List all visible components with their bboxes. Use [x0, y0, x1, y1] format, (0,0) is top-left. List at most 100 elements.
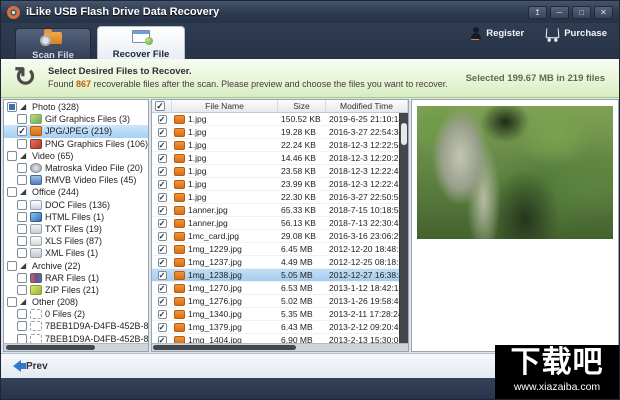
preview-image [417, 106, 613, 239]
tree-item-checkbox[interactable] [17, 285, 27, 295]
row-checkbox[interactable]: ✓ [158, 115, 167, 124]
tree-item-checkbox[interactable] [7, 102, 17, 112]
table-horizontal-scrollbar[interactable] [152, 343, 408, 351]
site-watermark: 下载吧 www.xiazaiba.com [495, 345, 619, 399]
row-checkbox[interactable]: ✓ [158, 180, 167, 189]
table-row[interactable]: ✓ 1mg_1276.jpg 5.02 MB 2013-1-26 19:58:4… [152, 295, 408, 308]
tree-item-checkbox[interactable] [17, 248, 27, 258]
tree-item[interactable]: ✓ JPG/JPEG (219) [4, 125, 148, 137]
file-modified-time: 2013-1-26 19:58:46 [326, 296, 408, 306]
tree-item[interactable]: ◢ Video (65) [4, 150, 148, 162]
tree-item-checkbox[interactable] [17, 236, 27, 246]
tab-scan-file[interactable]: Scan File [15, 28, 91, 59]
purchase-button[interactable]: Purchase [546, 28, 607, 39]
table-vertical-scrollbar[interactable] [399, 113, 408, 343]
column-file-name[interactable]: File Name [172, 100, 278, 112]
table-row[interactable]: ✓ 1mg_1237.jpg 4.49 MB 2012-12-25 08:18:… [152, 256, 408, 269]
row-checkbox[interactable]: ✓ [158, 193, 167, 202]
minimize-icon[interactable]: ─ [550, 6, 569, 19]
table-row[interactable]: ✓ 1mg_1379.jpg 6.43 MB 2013-2-12 09:20:4… [152, 321, 408, 334]
row-checkbox[interactable]: ✓ [158, 310, 167, 319]
table-row[interactable]: ✓ 1.jpg 19.28 KB 2016-3-27 22:54:34 [152, 126, 408, 139]
tree-item[interactable]: XML Files (1) [4, 247, 148, 259]
tree-item-checkbox[interactable] [7, 151, 17, 161]
tree-item[interactable]: Gif Graphics Files (3) [4, 113, 148, 125]
file-size: 22.24 KB [278, 140, 326, 150]
tree-item[interactable]: RAR Files (1) [4, 272, 148, 284]
tree-item[interactable]: XLS Files (87) [4, 235, 148, 247]
table-row[interactable]: ✓ 1.jpg 22.24 KB 2018-12-3 12:22:54 [152, 139, 408, 152]
tree-item-checkbox[interactable] [17, 175, 27, 185]
table-row[interactable]: ✓ 1mg_1229.jpg 6.45 MB 2012-12-20 18:48:… [152, 243, 408, 256]
tree-item[interactable]: DOC Files (136) [4, 199, 148, 211]
scrollbar-thumb[interactable] [6, 345, 95, 350]
tree-item-checkbox[interactable] [7, 187, 17, 197]
tree-item-checkbox[interactable] [7, 261, 17, 271]
row-checkbox[interactable]: ✓ [158, 219, 167, 228]
row-checkbox[interactable]: ✓ [158, 245, 167, 254]
row-checkbox[interactable]: ✓ [158, 128, 167, 137]
scrollbar-thumb[interactable] [401, 123, 407, 145]
table-row[interactable]: ✓ 1.jpg 23.58 KB 2018-12-3 12:22:48 [152, 165, 408, 178]
table-row[interactable]: ✓ 1.jpg 22.30 KB 2016-3-27 22:50:50 [152, 191, 408, 204]
row-checkbox[interactable]: ✓ [158, 232, 167, 241]
table-row[interactable]: ✓ 1mc_card.jpg 29.08 KB 2016-3-16 23:06:… [152, 230, 408, 243]
table-row[interactable]: ✓ 1.jpg 14.46 KB 2018-12-3 12:20:28 [152, 152, 408, 165]
column-size[interactable]: Size [278, 100, 326, 112]
tree-item-checkbox[interactable] [17, 212, 27, 222]
tree-item-checkbox[interactable] [17, 114, 27, 124]
table-row[interactable]: ✓ 1mg_1340.jpg 5.35 MB 2013-2-11 17:28:2… [152, 308, 408, 321]
row-checkbox[interactable]: ✓ [158, 206, 167, 215]
tree-item[interactable]: TXT Files (19) [4, 223, 148, 235]
tree-horizontal-scrollbar[interactable] [4, 343, 148, 351]
tree-item-checkbox[interactable] [7, 297, 17, 307]
table-row[interactable]: ✓ 1mg_1270.jpg 6.53 MB 2013-1-12 18:42:1… [152, 282, 408, 295]
row-checkbox[interactable]: ✓ [158, 323, 167, 332]
tree-item[interactable]: Matroska Video File (20) [4, 162, 148, 174]
register-button[interactable]: Register [471, 27, 524, 39]
maximize-icon[interactable]: □ [572, 6, 591, 19]
tree-item-checkbox[interactable] [17, 224, 27, 234]
share-icon[interactable]: ↥ [528, 6, 547, 19]
prev-button[interactable]: Prev [13, 360, 48, 372]
tree-item[interactable]: ◢ Archive (22) [4, 259, 148, 271]
title-bar: iLike USB Flash Drive Data Recovery ↥ ─ … [1, 1, 619, 23]
tree-item-checkbox[interactable] [17, 309, 27, 319]
tree-item-checkbox[interactable] [17, 273, 27, 283]
select-all-checkbox[interactable]: ✓ [155, 101, 165, 111]
table-row[interactable]: ✓ 1mg_1238.jpg 5.05 MB 2012-12-27 16:38:… [152, 269, 408, 282]
file-size: 5.02 MB [278, 296, 326, 306]
tab-recover-file[interactable]: Recover File [97, 26, 185, 59]
tree-item[interactable]: ◢ Other (208) [4, 296, 148, 308]
tree-item[interactable]: 0 Files (2) [4, 308, 148, 320]
row-checkbox[interactable]: ✓ [158, 258, 167, 267]
tree-item-checkbox[interactable] [17, 200, 27, 210]
tree-item-checkbox[interactable] [17, 163, 27, 173]
row-checkbox[interactable]: ✓ [158, 167, 167, 176]
tree-item-checkbox[interactable] [17, 321, 27, 331]
tree-item[interactable]: HTML Files (1) [4, 211, 148, 223]
tree-item[interactable]: RMVB Video Files (45) [4, 174, 148, 186]
row-checkbox[interactable]: ✓ [158, 297, 167, 306]
tree-item[interactable]: ◢ Photo (328) [4, 101, 148, 113]
row-checkbox[interactable]: ✓ [158, 141, 167, 150]
scrollbar-thumb[interactable] [153, 345, 296, 350]
tree-item-checkbox[interactable] [17, 139, 27, 149]
tree-item[interactable]: ◢ Office (244) [4, 186, 148, 198]
table-row[interactable]: ✓ 1anner.jpg 65.33 KB 2018-7-15 10:18:58 [152, 204, 408, 217]
column-modified-time[interactable]: Modified Time [326, 100, 408, 112]
tree-item[interactable]: 7BEB1D9A-D4FB-452B-881B-A1CEC7D2 [4, 320, 148, 332]
tree-item-checkbox[interactable]: ✓ [17, 126, 27, 136]
close-icon[interactable]: ✕ [594, 6, 613, 19]
row-checkbox[interactable]: ✓ [158, 284, 167, 293]
file-modified-time: 2013-1-12 18:42:12 [326, 283, 408, 293]
row-checkbox[interactable]: ✓ [158, 271, 167, 280]
file-type-tree: ◢ Photo (328) Gif Graphics Files (3) ✓ J… [3, 99, 149, 352]
tree-item[interactable]: ZIP Files (21) [4, 284, 148, 296]
tab-bar: Scan File Recover File Register Purchase [1, 23, 619, 59]
tree-item[interactable]: PNG Graphics Files (106) [4, 138, 148, 150]
table-row[interactable]: ✓ 1.jpg 23.99 KB 2018-12-3 12:22:42 [152, 178, 408, 191]
table-row[interactable]: ✓ 1.jpg 150.52 KB 2019-6-25 21:10:14 [152, 113, 408, 126]
table-row[interactable]: ✓ 1anner.jpg 56.13 KB 2018-7-13 22:30:48 [152, 217, 408, 230]
row-checkbox[interactable]: ✓ [158, 154, 167, 163]
